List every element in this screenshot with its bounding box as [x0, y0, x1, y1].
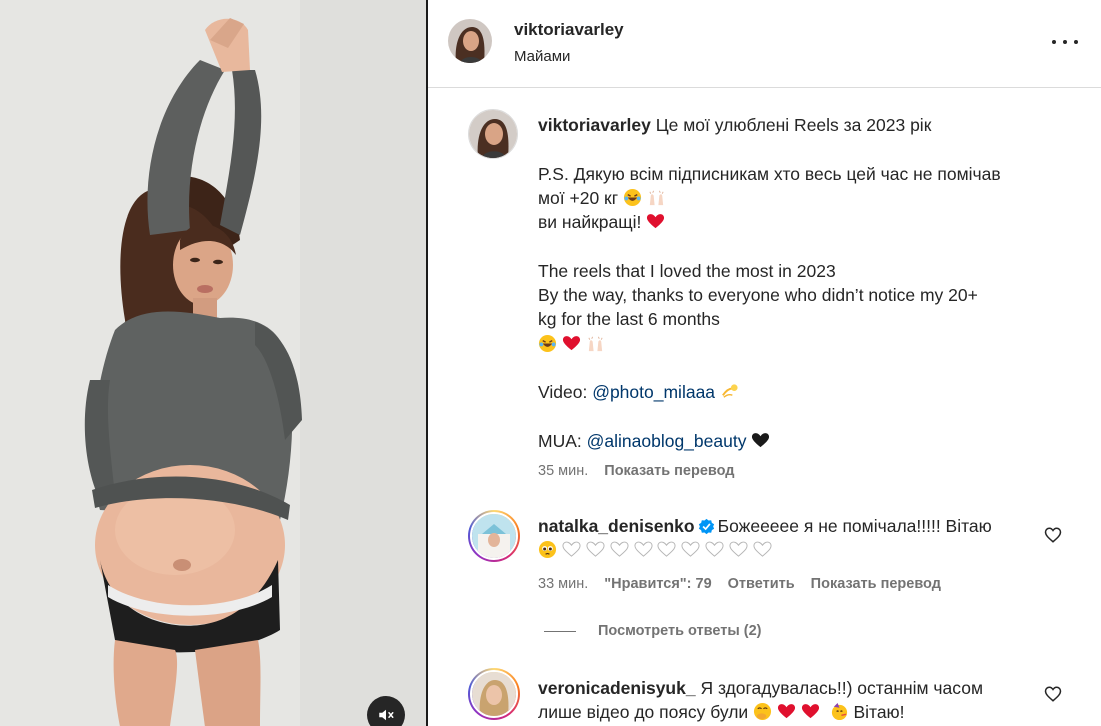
- caption-line: By the way, thanks to everyone who didn’…: [538, 285, 978, 306]
- post-location[interactable]: Майами: [514, 48, 570, 65]
- comment-body: Вітаю!: [853, 702, 905, 723]
- white-heart-emoji-icon: [705, 541, 724, 558]
- laughing-emoji-icon: [538, 334, 557, 352]
- caption-label: Video:: [538, 382, 588, 403]
- comment-username[interactable]: natalka_denisenko: [538, 516, 695, 536]
- more-horizontal-icon: [1052, 40, 1056, 44]
- verified-badge-icon: [698, 518, 714, 535]
- view-replies-label: Посмотреть ответы (2): [598, 623, 762, 639]
- white-heart-emoji-icon: [633, 541, 653, 558]
- white-heart-emoji-icon: [610, 541, 629, 558]
- muted-speaker-icon: [379, 709, 394, 721]
- author-username[interactable]: viktoriavarley: [514, 20, 624, 40]
- comment-text: natalka_denisenko Божеееее я не помічала!…: [538, 514, 1038, 563]
- like-comment-button[interactable]: [1044, 526, 1062, 544]
- comment-meta: 33 мин. "Нравится": 79 Ответить Показать…: [538, 576, 941, 592]
- caption-time[interactable]: 35 мин.: [538, 463, 588, 479]
- caption-text: viktoriavarley Це мої улюблені Reels за …: [538, 113, 1038, 453]
- party-face-emoji-icon: [831, 703, 847, 721]
- caption-line: kg for the last 6 months: [538, 309, 720, 330]
- black-heart-emoji-icon: [752, 432, 770, 448]
- red-heart-emoji-icon: [562, 335, 580, 350]
- white-heart-emoji-icon: [586, 541, 605, 558]
- reel-photo: [0, 0, 426, 726]
- caption-line: мої +20 кг: [538, 187, 619, 208]
- comment-avatar[interactable]: [468, 668, 520, 720]
- white-heart-emoji-icon: [681, 541, 700, 558]
- comment-likes-count[interactable]: "Нравится": 79: [604, 576, 711, 592]
- video-credit-link[interactable]: @photo_milaaa: [592, 382, 715, 402]
- comment-body: лише відео до поясу були: [538, 702, 749, 723]
- raising-hands-emoji-icon: [588, 336, 603, 351]
- raising-hands-emoji-icon: [649, 190, 664, 205]
- comment-body: Божеееее я не помічала!!!!! Вітаю: [717, 516, 992, 536]
- like-comment-button[interactable]: [1044, 685, 1062, 703]
- caption-line: The reels that I loved the most in 2023: [538, 260, 836, 281]
- comment-text: veronicadenisyuk_ Я здогадувалась!!) ост…: [538, 676, 1038, 725]
- reply-button[interactable]: Ответить: [728, 576, 795, 592]
- view-replies-button[interactable]: Посмотреть ответы (2): [544, 623, 762, 639]
- author-avatar[interactable]: [448, 19, 492, 63]
- comment-translate-button[interactable]: Показать перевод: [811, 576, 941, 592]
- red-heart-emoji-icon: [801, 704, 819, 719]
- pleading-face-emoji-icon: [538, 541, 557, 559]
- caption-author-avatar[interactable]: [468, 109, 518, 159]
- post-side-panel: viktoriavarley Майами viktoriavarley Це …: [428, 0, 1101, 726]
- caption-line: ви найкращі!: [538, 212, 642, 233]
- mute-button[interactable]: [367, 696, 405, 726]
- white-heart-emoji-icon: [562, 541, 581, 558]
- comments-scroll-area[interactable]: viktoriavarley Це мої улюблені Reels за …: [428, 88, 1101, 726]
- post-header: viktoriavarley Майами: [428, 0, 1101, 88]
- caption-line: P.S. Дякую всім підписникам хто весь цей…: [538, 163, 1001, 184]
- comment-username[interactable]: veronicadenisyuk_: [538, 678, 696, 698]
- post-modal: viktoriavarley Майами viktoriavarley Це …: [0, 0, 1101, 726]
- white-heart-emoji-icon: [729, 541, 748, 558]
- hand-over-mouth-emoji-icon: [754, 703, 772, 721]
- comment-avatar[interactable]: [468, 510, 520, 562]
- red-heart-emoji-icon: [777, 704, 796, 719]
- comment-time[interactable]: 33 мин.: [538, 576, 588, 592]
- comment-body: Я здогадувалась!!) останнім часом: [700, 678, 983, 698]
- more-options-button[interactable]: [1052, 30, 1078, 54]
- caption-meta: 35 мин. Показать перевод: [538, 463, 735, 479]
- caption-translate-button[interactable]: Показать перевод: [604, 463, 734, 479]
- replies-divider-line: [544, 630, 576, 632]
- white-heart-emoji-icon: [657, 541, 676, 558]
- caption-line: Це мої улюблені Reels за 2023 рік: [655, 115, 932, 135]
- laughing-emoji-icon: [623, 188, 642, 206]
- caption-username[interactable]: viktoriavarley: [538, 115, 651, 135]
- caption-label: MUA:: [538, 430, 582, 451]
- mua-credit-link[interactable]: @alinaoblog_beauty: [587, 431, 747, 451]
- reel-video[interactable]: [0, 0, 426, 726]
- white-heart-emoji-icon: [753, 541, 772, 558]
- dizzy-emoji-icon: [721, 384, 738, 399]
- red-heart-emoji-icon: [647, 214, 665, 229]
